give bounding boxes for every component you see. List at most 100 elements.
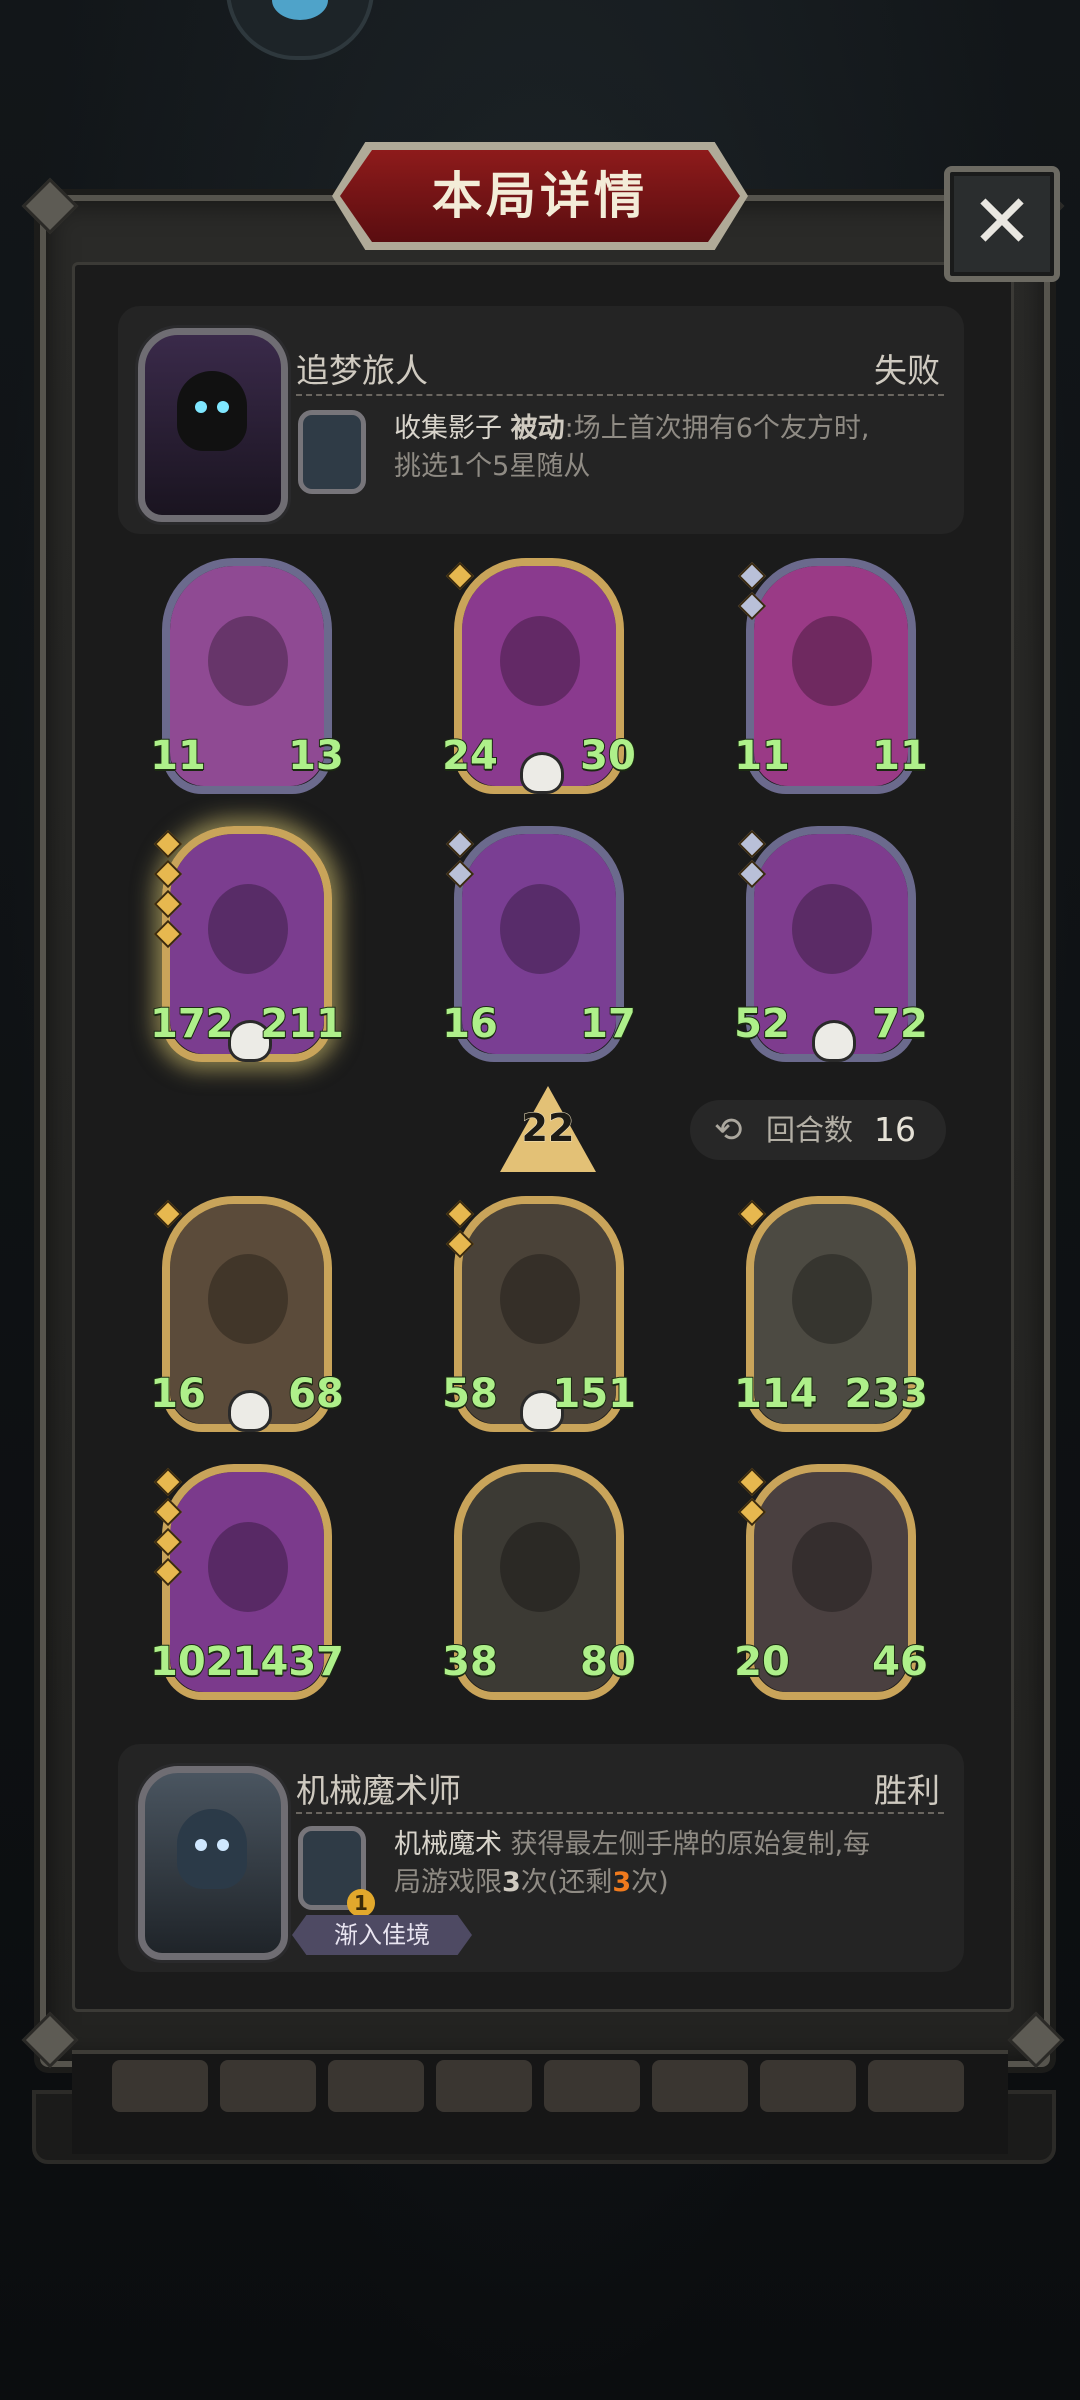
status-badge: 渐入佳境 [292,1915,472,1955]
minion-card[interactable]: 1021 1437 [149,1464,345,1700]
attack-value: 114 [732,1366,820,1426]
opponent-info: 追梦旅人 失败 收集影子 被动:场上首次拥有6个友方时, 挑选1个5星随从 [118,306,964,534]
minion-card[interactable]: 16 68 [149,1196,348,1432]
health-value: 1437 [231,1634,346,1694]
eye [195,401,207,413]
skill-name: 收集影子 [394,413,502,444]
divider [296,394,944,396]
hp-text: 211 [260,1000,345,1048]
hand-strip [72,2050,1008,2154]
star-icon [153,919,183,949]
hand-card-thumb [868,2060,964,2112]
hp-text: 233 [844,1370,929,1418]
player-info: 机械魔术师 胜利 1 机械魔术 获得最左侧手牌的原始复制,每 局游戏限3次(还剩… [118,1744,964,1972]
hand-card-thumb [544,2060,640,2112]
player-skill-desc: 机械魔术 获得最左侧手牌的原始复制,每 局游戏限3次(还剩3次) [394,1826,940,1902]
minion-card[interactable]: 114 233 [733,1196,929,1432]
hp-text: 11 [871,732,929,780]
atk-text: 52 [733,1000,791,1048]
star-icon [153,859,183,889]
hand-card-thumb [220,2060,316,2112]
hooded-figure-icon [177,371,247,451]
star-icon [737,1199,767,1229]
attack-value: 172 [148,996,236,1056]
star-rank [153,1199,183,1234]
star-rank [737,561,767,626]
tavern-level: 22 [521,1106,575,1151]
close-icon: ✕ [970,179,1033,265]
atk-text: 114 [733,1370,818,1418]
atk-text: 16 [149,1370,207,1418]
health-value: 13 [286,728,348,788]
minion-card[interactable]: 38 80 [441,1464,640,1700]
skill-desc-line: 挑选1个5星随从 [394,451,591,482]
star-icon [445,1199,475,1229]
star-rank [445,829,475,894]
player-name: 机械魔术师 [296,1771,461,1810]
star-icon [737,1467,767,1497]
hp-text: 80 [579,1638,637,1686]
minion-card[interactable]: 11 13 [149,558,348,794]
star-icon [737,859,767,889]
hand-card-thumb [112,2060,208,2112]
health-value: 80 [578,1634,640,1694]
skill-desc-line: 次) [631,1867,669,1898]
star-icon [153,1497,183,1527]
opponent-skill-desc: 收集影子 被动:场上首次拥有6个友方时, 挑选1个5星随从 [394,410,940,486]
minion-card[interactable]: 52 72 [733,826,932,1062]
attack-value: 52 [732,996,794,1056]
star-icon [445,859,475,889]
hand-card-thumb [436,2060,532,2112]
attack-value: 58 [440,1366,502,1426]
star-icon [737,829,767,859]
star-icon [153,1199,183,1229]
atk-text: 58 [441,1370,499,1418]
health-value: 30 [578,728,640,788]
star-rank [153,829,183,954]
attack-value: 11 [148,728,210,788]
star-icon [445,829,475,859]
star-icon [153,1467,183,1497]
health-value: 233 [843,1366,931,1426]
atk-text: 11 [733,732,791,780]
minion-card[interactable]: 172 211 [149,826,345,1062]
close-button[interactable]: ✕ [944,166,1060,282]
magician-icon [177,1809,247,1889]
hp-text: 13 [287,732,345,780]
skull-icon [812,1020,856,1062]
star-rank [737,829,767,894]
atk-text: 38 [441,1638,499,1686]
opponent-skill-icon[interactable] [298,410,366,494]
attack-value: 16 [440,996,502,1056]
skill-type: 被动 [510,413,565,444]
hp-text: 72 [871,1000,929,1048]
star-icon [153,889,183,919]
minion-card[interactable]: 16 17 [441,826,640,1062]
attack-value: 16 [148,1366,210,1426]
attack-value: 38 [440,1634,502,1694]
hp-text: 68 [287,1370,345,1418]
star-icon [153,1527,183,1557]
health-value: 68 [286,1366,348,1426]
page-title: 本局详情 [432,167,648,225]
skill-remaining: 3 [612,1867,632,1898]
opponent-name: 追梦旅人 [296,351,428,390]
attack-value: 20 [732,1634,794,1694]
player-avatar[interactable] [138,1766,288,1960]
player-skill-icon[interactable]: 1 [298,1826,375,1917]
skill-desc-line: 局游戏限 [394,1867,502,1898]
minion-card[interactable]: 24 30 [441,558,640,794]
minion-card[interactable]: 58 151 [441,1196,637,1432]
hp-text: 46 [871,1638,929,1686]
star-icon [737,1497,767,1527]
minion-card[interactable]: 11 11 [733,558,932,794]
star-icon [153,829,183,859]
opponent-avatar[interactable] [138,328,288,522]
rounds-counter: ⟲ 回合数 16 [690,1100,946,1160]
minion-card[interactable]: 20 46 [733,1464,932,1700]
health-value: 72 [870,996,932,1056]
refresh-icon: ⟲ [714,1110,743,1150]
skill-desc-line: :场上首次拥有6个友方时, [564,413,870,444]
health-value: 151 [551,1366,639,1426]
rounds-label: 回合数 [766,1113,854,1147]
